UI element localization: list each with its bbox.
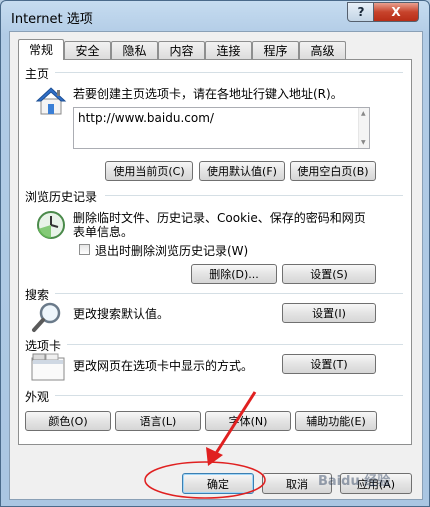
tabs-section-label: 选项卡 xyxy=(25,339,62,353)
appearance-section-label: 外观 xyxy=(25,390,50,404)
delete-history-on-exit-label: 退出时删除浏览历史记录(W) xyxy=(95,244,249,258)
tab-advanced[interactable]: 高级 xyxy=(299,41,346,59)
tab-connections[interactable]: 连接 xyxy=(205,41,252,59)
home-section-label: 主页 xyxy=(25,67,50,81)
languages-button[interactable]: 语言(L) xyxy=(115,411,201,431)
tabs-separator xyxy=(67,344,403,345)
tabs-description: 更改网页在选项卡中显示的方式。 xyxy=(73,359,254,373)
delete-history-on-exit-checkbox[interactable] xyxy=(79,244,90,255)
tab-security[interactable]: 安全 xyxy=(64,41,111,59)
home-description: 若要创建主页选项卡，请在各地址行键入地址(R)。 xyxy=(73,87,343,101)
house-icon xyxy=(35,87,67,115)
window-title: Internet 选项 xyxy=(11,12,93,27)
watermark-text: Baidu 经验 xyxy=(318,474,391,489)
help-button[interactable]: ? xyxy=(347,2,375,22)
internet-options-window: Internet 选项 ? X 常规 安全 隐私 内容 连接 程序 高级 主页 … xyxy=(0,0,430,507)
tabs-settings-button[interactable]: 设置(T) xyxy=(282,354,376,374)
tabs-window-icon xyxy=(31,353,65,381)
search-separator xyxy=(55,293,403,294)
scroll-up-icon: ▲ xyxy=(361,110,366,117)
use-default-button[interactable]: 使用默认值(F) xyxy=(199,161,285,181)
tab-general[interactable]: 常规 xyxy=(18,39,64,60)
fonts-button[interactable]: 字体(N) xyxy=(205,411,291,431)
history-description-line2: 表单信息。 xyxy=(73,225,134,239)
history-separator xyxy=(105,195,403,196)
accessibility-button[interactable]: 辅助功能(E) xyxy=(295,411,377,431)
ok-button[interactable]: 确定 xyxy=(182,473,254,494)
home-separator xyxy=(55,72,403,73)
colors-button[interactable]: 颜色(O) xyxy=(25,411,111,431)
tab-programs[interactable]: 程序 xyxy=(252,41,299,59)
dialog-client: 常规 安全 隐私 内容 连接 程序 高级 主页 若要创建主页选项卡，请在各地址行… xyxy=(9,31,423,500)
tab-privacy[interactable]: 隐私 xyxy=(111,41,158,59)
use-blank-page-button[interactable]: 使用空白页(B) xyxy=(290,161,376,181)
history-settings-button[interactable]: 设置(S) xyxy=(282,264,376,284)
close-button[interactable]: X xyxy=(373,2,419,22)
use-current-page-button[interactable]: 使用当前页(C) xyxy=(105,161,193,181)
appearance-separator xyxy=(55,395,403,396)
title-bar[interactable]: Internet 选项 ? X xyxy=(1,1,429,31)
url-scrollbar[interactable]: ▲ ▼ xyxy=(358,108,369,148)
magnifier-icon xyxy=(32,302,61,332)
home-page-url-input[interactable]: http://www.baidu.com/ ▲ ▼ xyxy=(73,107,370,149)
home-page-url-value: http://www.baidu.com/ xyxy=(78,111,214,125)
search-description: 更改搜索默认值。 xyxy=(73,307,170,321)
delete-history-button[interactable]: 删除(D)... xyxy=(191,264,277,284)
history-clock-icon xyxy=(37,211,65,239)
history-section-label: 浏览历史记录 xyxy=(25,190,98,204)
general-tab-panel: 主页 若要创建主页选项卡，请在各地址行键入地址(R)。 http://www.b… xyxy=(18,59,412,445)
scroll-down-icon: ▼ xyxy=(361,139,366,146)
search-settings-button[interactable]: 设置(I) xyxy=(282,303,376,323)
tab-content[interactable]: 内容 xyxy=(158,41,205,59)
